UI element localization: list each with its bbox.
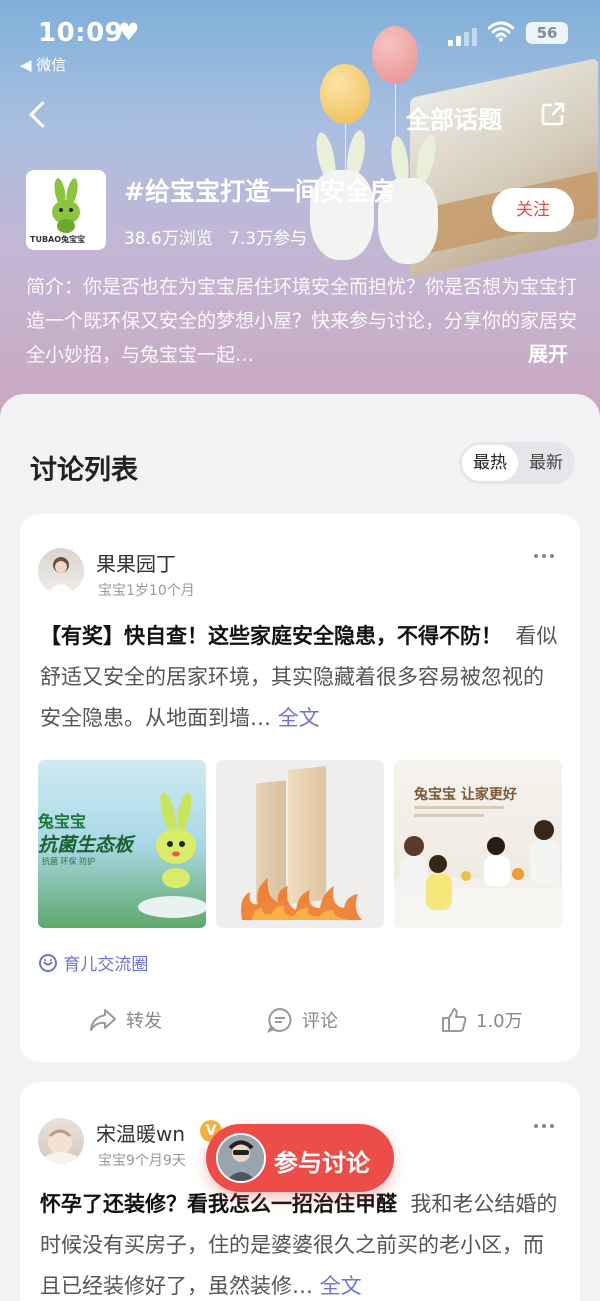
logo-wordmark: TUBAO兔宝宝 bbox=[30, 235, 86, 244]
image-caption: 兔宝宝 bbox=[38, 812, 87, 831]
more-options-icon[interactable] bbox=[534, 1124, 556, 1130]
wifi-icon bbox=[488, 21, 514, 42]
image-caption: 抗菌生态板 bbox=[38, 834, 134, 856]
post-title: 怀孕了还装修？看我怎么一招治住甲醛 bbox=[40, 1192, 397, 1216]
thumbs-up-icon bbox=[442, 1008, 467, 1032]
post-image[interactable]: 兔宝宝 抗菌生态板 抗菌 环保 防护 bbox=[38, 760, 206, 928]
topic-stats: 38.6万浏览 7.3万参与 bbox=[124, 224, 307, 249]
avatar[interactable] bbox=[38, 1118, 84, 1164]
sort-new-tab[interactable]: 最新 bbox=[520, 445, 572, 481]
comment-icon bbox=[266, 1007, 292, 1033]
sort-hot-tab[interactable]: 最热 bbox=[462, 445, 518, 481]
follow-button[interactable]: 关注 bbox=[492, 188, 574, 232]
discussion-list-title: 讨论列表 bbox=[30, 455, 138, 486]
share-button[interactable]: 转发 bbox=[88, 1000, 162, 1040]
post-card[interactable]: 果果园丁 宝宝1岁10个月 【有奖】快自查！这些家庭安全隐患，不得不防！ 看似舒… bbox=[20, 514, 580, 1062]
comment-label: 评论 bbox=[302, 1011, 338, 1032]
yellow-balloon bbox=[320, 64, 370, 124]
post-title: 【有奖】快自查！这些家庭安全隐患，不得不防！ bbox=[40, 624, 502, 648]
image-caption: 兔宝宝 让家更好 bbox=[414, 787, 517, 803]
post-image[interactable]: 兔宝宝 让家更好 bbox=[394, 760, 562, 928]
expand-intro-button[interactable]: 展开 bbox=[528, 338, 568, 367]
author-name[interactable]: 果果园丁 bbox=[96, 548, 176, 577]
topic-title: #给宝宝打造一间安全房 bbox=[124, 177, 395, 206]
post-image[interactable] bbox=[216, 760, 384, 928]
smile-circle-icon bbox=[38, 953, 58, 978]
heart-icon: ♥ bbox=[118, 18, 140, 46]
back-arrow-icon[interactable] bbox=[24, 100, 54, 130]
status-time: 10:09 bbox=[38, 18, 124, 48]
battery-indicator: 56 bbox=[526, 22, 568, 44]
share-icon[interactable] bbox=[540, 101, 566, 127]
baby-age: 宝宝1岁10个月 bbox=[98, 583, 195, 599]
baby-age: 宝宝9个月9天 bbox=[98, 1153, 186, 1169]
family-illustration bbox=[400, 820, 560, 910]
circle-tag-label: 育儿交流圈 bbox=[63, 955, 149, 975]
pedestal bbox=[138, 896, 206, 918]
signal-icon bbox=[448, 28, 478, 46]
join-discussion-button[interactable]: 参与讨论 bbox=[206, 1124, 394, 1192]
back-to-wechat-link[interactable]: ◀ 微信 bbox=[20, 54, 66, 75]
full-text-link[interactable]: 全文 bbox=[278, 706, 320, 730]
post-content[interactable]: 怀孕了还装修？看我怎么一招治住甲醛 我和老公结婚的时候没有买房子，住的是婆婆很久… bbox=[40, 1184, 560, 1301]
full-text-link[interactable]: 全文 bbox=[320, 1274, 362, 1298]
like-button[interactable]: 1.0万 bbox=[440, 1000, 523, 1040]
post-content[interactable]: 【有奖】快自查！这些家庭安全隐患，不得不防！ 看似舒适又安全的居家环境，其实隐藏… bbox=[40, 616, 560, 740]
like-count: 1.0万 bbox=[476, 1011, 523, 1032]
image-caption: 抗菌 环保 防护 bbox=[42, 857, 96, 866]
topic-logo: TUBAO兔宝宝 bbox=[26, 170, 106, 250]
topic-participants: 7.3万参与 bbox=[229, 229, 308, 249]
status-bar: 10:09 ♥ ◀ 微信 56 bbox=[0, 14, 600, 74]
share-label: 转发 bbox=[126, 1011, 162, 1032]
fire-icon bbox=[241, 878, 362, 920]
circle-tag[interactable]: 育儿交流圈 bbox=[38, 950, 148, 978]
comment-button[interactable]: 评论 bbox=[266, 1000, 338, 1040]
all-topics-link[interactable]: 全部话题 bbox=[406, 100, 502, 135]
author-name[interactable]: 宋温暖wn bbox=[96, 1118, 185, 1147]
post-actions: 转发 评论 1.0万 bbox=[20, 1000, 580, 1040]
user-avatar bbox=[216, 1133, 266, 1183]
more-options-icon[interactable] bbox=[534, 554, 556, 560]
topic-intro: 简介：你是否也在为宝宝居住环境安全而担忧？你是否想为宝宝打造一个既环保又安全的梦… bbox=[26, 276, 578, 366]
join-discussion-label: 参与讨论 bbox=[274, 1149, 370, 1177]
avatar[interactable] bbox=[38, 548, 84, 594]
topic-views: 38.6万浏览 bbox=[124, 229, 213, 249]
bunny-mascot-icon bbox=[156, 792, 196, 888]
forward-icon bbox=[90, 1009, 116, 1031]
